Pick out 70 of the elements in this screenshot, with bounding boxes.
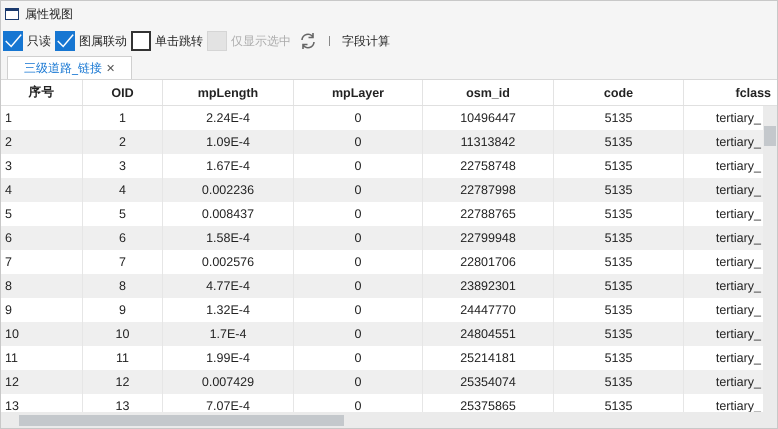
- column-header[interactable]: OID: [83, 80, 163, 105]
- table-cell: 22787998: [423, 178, 554, 202]
- column-header[interactable]: code: [554, 80, 684, 105]
- table-cell: 5135: [554, 226, 684, 250]
- table-cell-text: tertiary_: [714, 350, 762, 367]
- table-cell: 8: [1, 274, 83, 298]
- table-cell: 0.002236: [163, 178, 294, 202]
- table-cell: 23892301: [423, 274, 554, 298]
- checkbox[interactable]: [55, 31, 75, 51]
- table-cell: 12: [83, 370, 163, 394]
- table-cell: 0: [294, 322, 423, 346]
- checkbox-label: 单击跳转: [155, 32, 203, 50]
- column-header[interactable]: mpLength: [163, 80, 294, 105]
- column-header[interactable]: 序号: [1, 80, 83, 105]
- window-icon: [5, 8, 19, 20]
- table-cell: 0: [294, 274, 423, 298]
- checkbox-label: 图属联动: [79, 32, 127, 50]
- table-cell: 10: [1, 322, 83, 346]
- table-cell: 5135: [554, 130, 684, 154]
- checkbox-label: 只读: [27, 32, 51, 50]
- table-cell: 5135: [554, 322, 684, 346]
- table-cell-text: tertiary_: [714, 230, 762, 247]
- close-icon[interactable]: ✕: [106, 62, 116, 74]
- table-cell: 4: [83, 178, 163, 202]
- column-header[interactable]: fclass: [684, 80, 777, 105]
- table-cell: 22799948: [423, 226, 554, 250]
- table-cell: 5135: [554, 274, 684, 298]
- table-cell: 11313842: [423, 130, 554, 154]
- table-cell: 2: [83, 130, 163, 154]
- table-cell: 4: [1, 178, 83, 202]
- table-cell: 5135: [554, 370, 684, 394]
- table-cell: 0: [294, 178, 423, 202]
- table-cell: 8: [83, 274, 163, 298]
- field-calculation-button[interactable]: 字段计算: [342, 32, 390, 50]
- table-cell-text: tertiary_: [714, 278, 762, 295]
- table-cell: 4.77E-4: [163, 274, 294, 298]
- table-cell: 24804551: [423, 322, 554, 346]
- table-cell-text: tertiary_: [714, 206, 762, 223]
- vertical-scrollbar[interactable]: [763, 106, 777, 412]
- table-cell: 12: [1, 370, 83, 394]
- table-cell-text: tertiary_: [714, 254, 762, 271]
- table-cell: 0.007429: [163, 370, 294, 394]
- column-header[interactable]: mpLayer: [294, 80, 423, 105]
- checkbox-label: 仅显示选中: [231, 32, 291, 50]
- table-cell-text: tertiary_: [714, 110, 762, 127]
- checkbox[interactable]: [3, 31, 23, 51]
- table-cell: 1.7E-4: [163, 322, 294, 346]
- table-cell: 0: [294, 226, 423, 250]
- table-cell: 1.09E-4: [163, 130, 294, 154]
- table-cell: 2: [1, 130, 83, 154]
- table-cell-text: tertiary_: [714, 302, 762, 319]
- table-cell: 10: [83, 322, 163, 346]
- column-header[interactable]: osm_id: [423, 80, 554, 105]
- table-cell: 0: [294, 130, 423, 154]
- horizontal-scrollbar[interactable]: [1, 412, 777, 428]
- table-cell: 6: [83, 226, 163, 250]
- table-cell: 6: [1, 226, 83, 250]
- tab[interactable]: 三级道路_链接 ✕: [7, 56, 132, 79]
- table-cell: 5135: [554, 178, 684, 202]
- table-cell: 1.58E-4: [163, 226, 294, 250]
- table-cell-text: tertiary_: [714, 182, 762, 199]
- table-cell-text: tertiary_: [714, 326, 762, 343]
- window-title: 属性视图: [25, 6, 73, 22]
- table-cell-text: tertiary_: [714, 158, 762, 175]
- table-cell: 0: [294, 370, 423, 394]
- table-cell: 25354074: [423, 370, 554, 394]
- refresh-icon[interactable]: [299, 32, 317, 50]
- checkbox[interactable]: [131, 31, 151, 51]
- table-cell-text: tertiary_: [714, 374, 762, 391]
- table-cell-text: tertiary_: [714, 134, 762, 151]
